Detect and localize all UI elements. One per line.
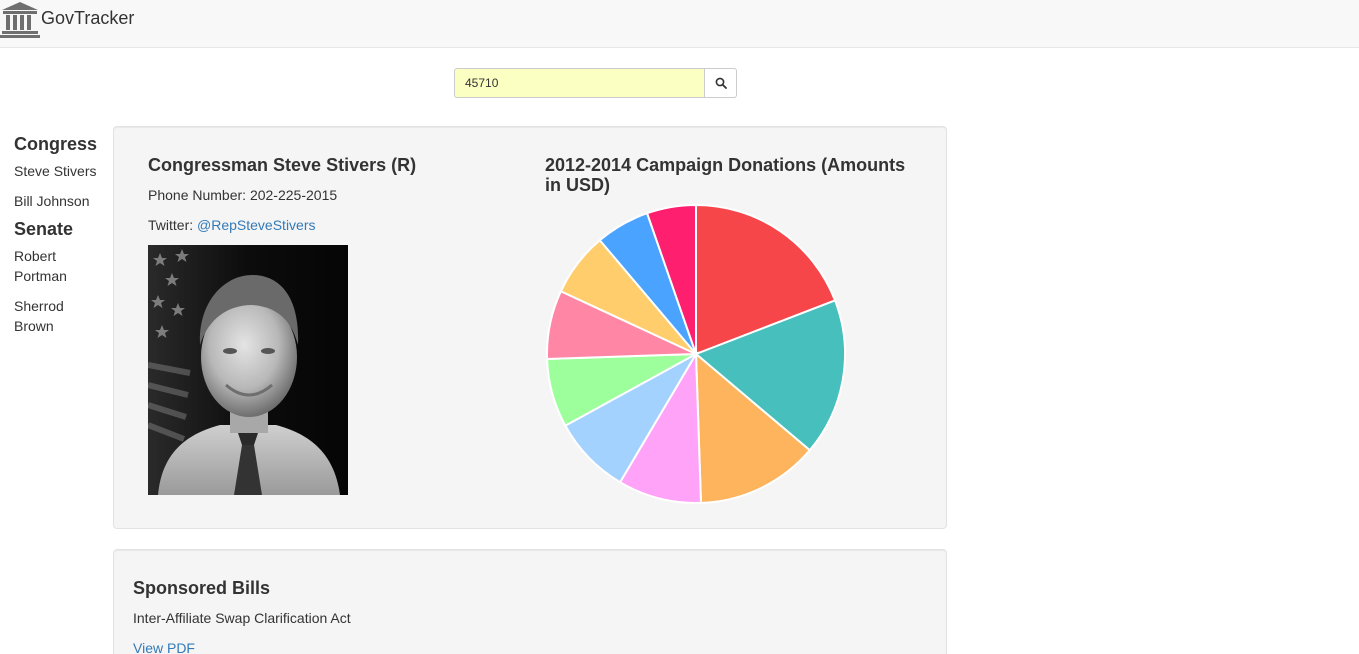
brand-home-link[interactable]: GovTracker [0,0,134,40]
capitol-building-icon [0,2,40,38]
twitter-label: Twitter: [148,217,194,233]
phone-row: Phone Number: 202-225-2015 [148,187,337,203]
senate-heading: Senate [14,219,74,239]
bill-title: Inter-Affiliate Swap Clarification Act [133,610,351,626]
donations-pie-chart [546,203,846,504]
zip-search-form [454,68,737,98]
phone-number: 202-225-2015 [249,187,338,203]
sidebar-item-bill-johnson[interactable]: Bill Johnson [14,191,104,211]
representative-profile-panel: Congressman Steve Stivers (R) Phone Numb… [113,126,947,529]
twitter-row: Twitter: @RepSteveStivers [148,217,316,233]
brand-title: GovTracker [41,7,135,28]
navbar: GovTracker [0,0,1359,48]
donations-chart-title: 2012-2014 Campaign Donations (Amounts in… [545,155,906,195]
congress-heading: Congress [14,134,98,154]
sidebar-item-robert-portman[interactable]: Robert Portman [14,246,104,286]
phone-label: Phone Number: [148,187,247,203]
sponsored-bills-panel: Sponsored Bills Inter-Affiliate Swap Cla… [113,549,947,654]
view-pdf-link[interactable]: View PDF [133,640,195,654]
twitter-handle-link[interactable]: @RepSteveStivers [197,217,315,233]
representative-photo [148,245,348,495]
search-button[interactable] [705,68,737,98]
sidebar-item-steve-stivers[interactable]: Steve Stivers [14,161,104,181]
search-icon [715,77,727,89]
sponsored-bills-heading: Sponsored Bills [133,578,271,598]
sidebar-item-sherrod-brown[interactable]: Sherrod Brown [14,296,104,336]
representatives-sidebar: Congress Steve Stivers Bill Johnson Sena… [14,134,104,346]
representative-name: Congressman Steve Stivers (R) [148,155,417,175]
zip-search-input[interactable] [454,68,705,98]
